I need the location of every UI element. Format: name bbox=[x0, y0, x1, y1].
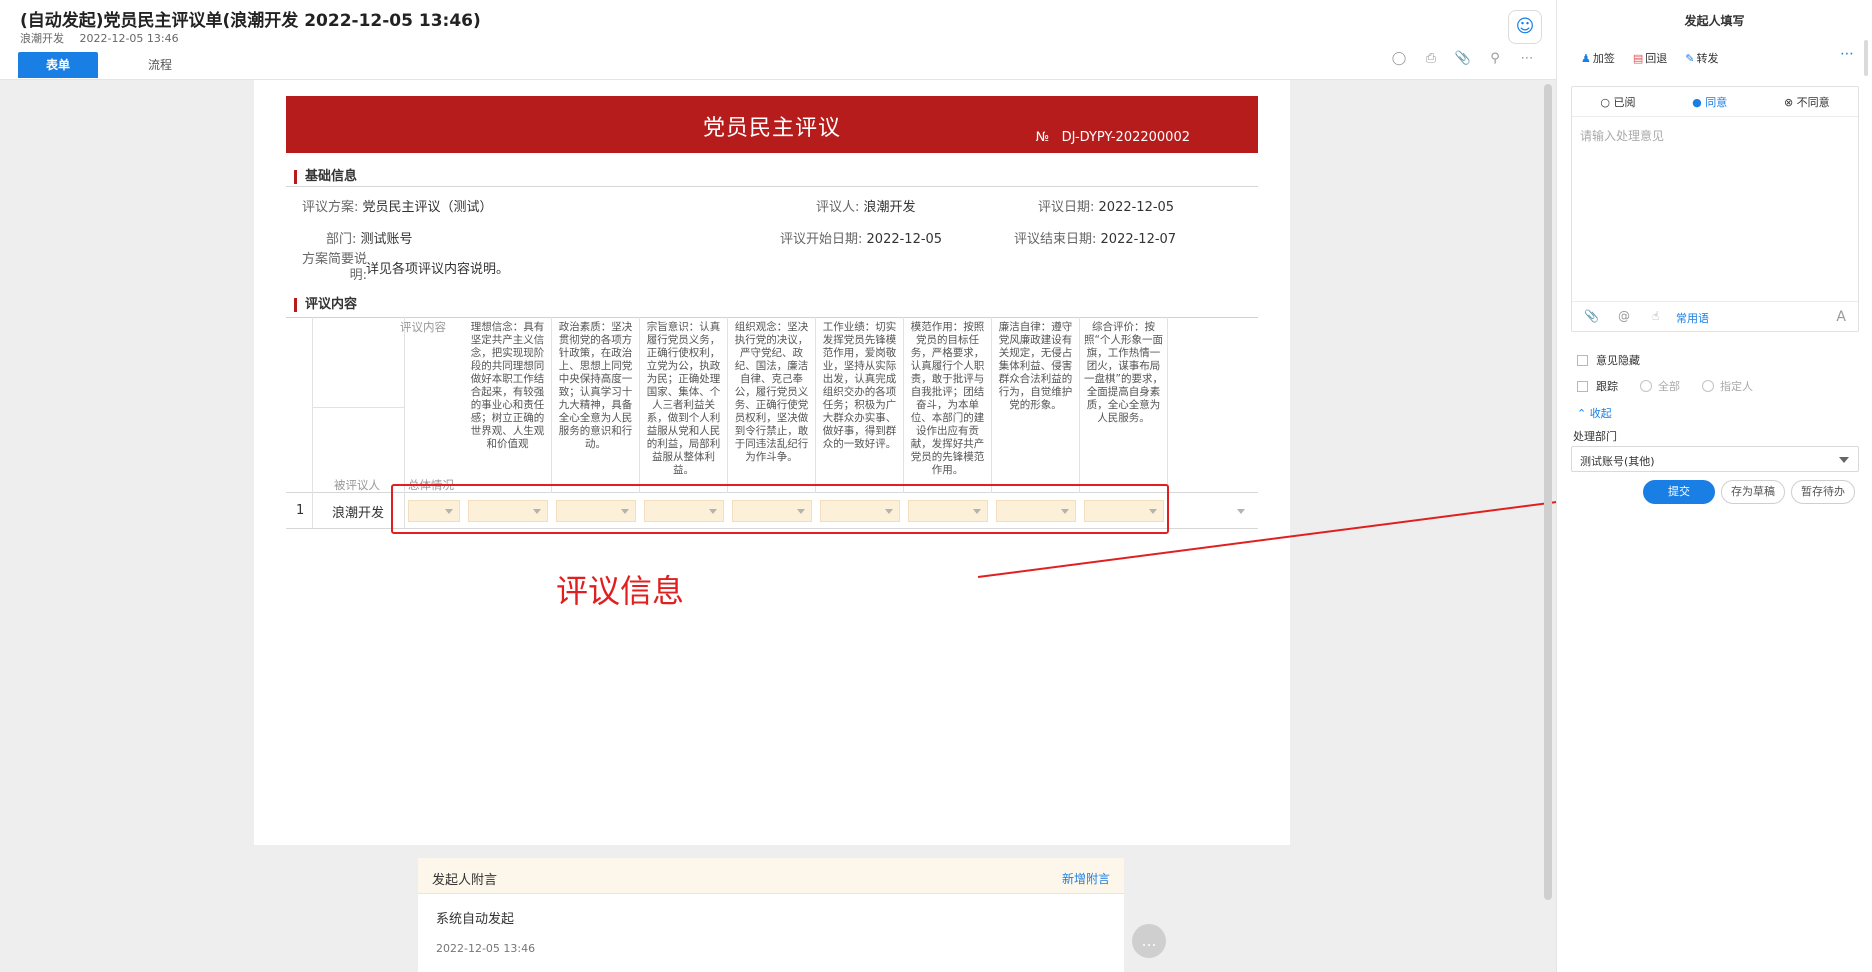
tab-bar: 表单 流程 bbox=[18, 52, 222, 78]
form-banner: 党员民主评议 № DJ-DYPY-202200002 bbox=[286, 96, 1258, 153]
field-review-date: 评议日期: 2022-12-05 bbox=[1038, 200, 1175, 215]
attachment-icon[interactable]: 📎 bbox=[1454, 50, 1472, 68]
annotation-text: 评议信息 bbox=[556, 572, 685, 610]
radio-disagree[interactable]: ⊗ 不同意 bbox=[1784, 94, 1830, 110]
track-specified-radio[interactable] bbox=[1702, 380, 1714, 392]
criterion-header: 廉洁自律：遵守党风廉政建设有关规定，无侵占集体利益、侵害群众合法利益的行为，自觉… bbox=[992, 317, 1080, 493]
opinion-toolbar: 📎 @ ☝ 常用语 A bbox=[1572, 301, 1858, 331]
add-remark-link[interactable]: 新增附言 bbox=[1062, 870, 1110, 887]
field-description-value: 详见各项评议内容说明。 bbox=[366, 262, 510, 277]
forward-icon: ✎ bbox=[1685, 52, 1695, 65]
hold-button[interactable]: 暂存待办 bbox=[1791, 480, 1855, 504]
return-icon: ▤ bbox=[1632, 52, 1644, 65]
approval-panel: 发起人填写 ♟ 加签 ▤ 回退 ✎ 转发 ⋯ ○ 已阅 ● 同意 ⊗ 不同意 请输入处… bbox=[1556, 0, 1872, 972]
highlight-box bbox=[391, 484, 1169, 534]
criterion-header: 政治素质：坚决贯彻党的各项方针政策，在政治上、思想上同党中央保持高度一致；认真学… bbox=[552, 317, 640, 493]
number-value: DJ-DYPY-202200002 bbox=[1061, 130, 1190, 145]
field-start-date: 评议开始日期: 2022-12-05 bbox=[780, 232, 943, 247]
remark-date: 2022-12-05 13:46 bbox=[436, 942, 536, 955]
section-review-content: 评议内容 bbox=[294, 298, 357, 312]
fold-toggle[interactable]: ⌃ 收起 bbox=[1577, 405, 1612, 421]
row-person: 浪潮开发 bbox=[332, 506, 385, 521]
forward-button[interactable]: ✎ 转发 bbox=[1685, 50, 1718, 66]
opinion-input[interactable]: 请输入处理意见 bbox=[1580, 127, 1664, 144]
hide-opinion-checkbox[interactable] bbox=[1577, 354, 1588, 366]
opinion-box: ○ 已阅 ● 同意 ⊗ 不同意 请输入处理意见 📎 @ ☝ 常用语 A bbox=[1571, 86, 1859, 332]
add-user-icon: ♟ bbox=[1581, 52, 1591, 65]
page-title: (自动发起)党员民主评议单(浪潮开发 2022-12-05 13:46) bbox=[20, 11, 481, 31]
chat-icon[interactable]: … bbox=[1132, 924, 1166, 958]
reviewer-value: 浪潮开发 bbox=[863, 200, 916, 215]
criterion-header: 模范作用：按照党员的目标任务，严格要求，认真履行个人职责，敢于批评与自我批评；团… bbox=[904, 317, 992, 493]
remark-header bbox=[418, 858, 1124, 894]
corner-content: 评议内容 bbox=[400, 320, 446, 334]
assistant-robot-icon[interactable]: ☺ bbox=[1508, 10, 1542, 44]
toolbar: ◯ ⎙ 📎 ⚲ ⋯ bbox=[1390, 50, 1536, 68]
field-description-label: 方案简要说 明: bbox=[302, 252, 368, 283]
save-draft-button[interactable]: 存为草稿 bbox=[1721, 480, 1785, 504]
more-icon[interactable]: ⋯ bbox=[1518, 50, 1536, 68]
panel-actions: ♟ 加签 ▤ 回退 ✎ 转发 bbox=[1581, 50, 1719, 66]
corner-person: 被评议人 bbox=[334, 478, 380, 492]
radio-agree[interactable]: ● 同意 bbox=[1692, 94, 1727, 110]
comment-icon[interactable]: ◯ bbox=[1390, 50, 1408, 68]
opinion-radios: ○ 已阅 ● 同意 ⊗ 不同意 bbox=[1572, 87, 1858, 117]
form-number: № DJ-DYPY-202200002 bbox=[1036, 130, 1190, 145]
track-row: 跟踪 全部 指定人 bbox=[1577, 378, 1753, 394]
common-phrase-link[interactable]: 常用语 bbox=[1676, 310, 1709, 326]
remark-text: 系统自动发起 bbox=[436, 912, 515, 927]
criterion-header: 理想信念：具有坚定共产主义信念，把实现现阶段的共同理想同做好本职工作结合起来，有… bbox=[464, 317, 552, 493]
field-reviewer: 评议人: 浪潮开发 bbox=[816, 200, 916, 215]
more-icon[interactable]: ⋯ bbox=[1840, 46, 1854, 62]
radio-read[interactable]: ○ 已阅 bbox=[1600, 94, 1635, 110]
author: 浪潮开发 bbox=[20, 32, 64, 45]
track-all-radio[interactable] bbox=[1640, 380, 1652, 392]
criterion-header: 工作业绩：切实发挥党员先锋模范作用，爱岗敬业，坚持从实际出发，认真完成组织交办的… bbox=[816, 317, 904, 493]
section-basic-info: 基础信息 bbox=[294, 170, 357, 184]
panel-title: 发起人填写 bbox=[1684, 14, 1745, 28]
search-icon[interactable]: ⚲ bbox=[1486, 50, 1504, 68]
font-icon[interactable]: A bbox=[1836, 309, 1846, 325]
score-select[interactable] bbox=[1172, 500, 1252, 522]
field-end-date: 评议结束日期: 2022-12-07 bbox=[1014, 232, 1177, 247]
field-plan: 评议方案: 党员民主评议（测试） bbox=[302, 200, 493, 215]
submit-button[interactable]: 提交 bbox=[1643, 480, 1715, 504]
dept-label: 处理部门 bbox=[1573, 430, 1617, 443]
divider bbox=[286, 186, 1258, 187]
attachment-icon[interactable]: 📎 bbox=[1584, 309, 1599, 323]
criterion-header: 组织观念：坚决执行党的决议，严守党纪、政纪、国法，廉洁自律、克己奉公，履行党员义… bbox=[728, 317, 816, 493]
start-date-value: 2022-12-05 bbox=[866, 232, 943, 247]
like-icon[interactable]: ☝ bbox=[1652, 309, 1659, 323]
track-checkbox[interactable] bbox=[1577, 380, 1588, 392]
tab-form[interactable]: 表单 bbox=[18, 52, 98, 78]
field-department: 部门: 测试账号 bbox=[326, 232, 413, 247]
hide-opinion-row: 意见隐藏 bbox=[1577, 352, 1640, 368]
remark-card: 发起人附言 新增附言 系统自动发起 2022-12-05 13:46 bbox=[418, 858, 1124, 972]
department-value: 测试账号 bbox=[360, 232, 413, 247]
remark-title: 发起人附言 bbox=[432, 873, 498, 888]
created-time: 2022-12-05 13:46 bbox=[79, 32, 179, 45]
criterion-header: 综合评价：按照“个人形象一面旗，工作热情一团火，谋事布局一盘棋”的要求，全面提高… bbox=[1080, 317, 1168, 493]
end-date-value: 2022-12-07 bbox=[1100, 232, 1177, 247]
row-number: 1 bbox=[296, 503, 305, 518]
meta-line: 浪潮开发 2022-12-05 13:46 bbox=[20, 30, 191, 46]
scrollbar[interactable] bbox=[1544, 84, 1552, 900]
top-header: (自动发起)党员民主评议单(浪潮开发 2022-12-05 13:46) 浪潮开… bbox=[0, 0, 1556, 80]
criterion-header: 宗旨意识：认真履行党员义务，正确行使权利，立党为公，执政为民；正确处理国家、集体… bbox=[640, 317, 728, 493]
review-date-value: 2022-12-05 bbox=[1098, 200, 1175, 215]
add-sign-button[interactable]: ♟ 加签 bbox=[1581, 50, 1615, 66]
number-sign: № bbox=[1035, 130, 1050, 145]
form-page: 党员民主评议 № DJ-DYPY-202200002 基础信息 评议方案: 党员… bbox=[254, 80, 1290, 845]
dept-select[interactable]: 测试账号(其他) bbox=[1571, 446, 1859, 472]
mention-icon[interactable]: @ bbox=[1618, 309, 1630, 323]
print-icon[interactable]: ⎙ bbox=[1422, 50, 1440, 68]
plan-value: 党员民主评议（测试） bbox=[362, 200, 493, 215]
return-button[interactable]: ▤ 回退 bbox=[1633, 50, 1667, 66]
panel-scrollbar[interactable] bbox=[1864, 40, 1868, 76]
tab-flow[interactable]: 流程 bbox=[120, 52, 200, 78]
